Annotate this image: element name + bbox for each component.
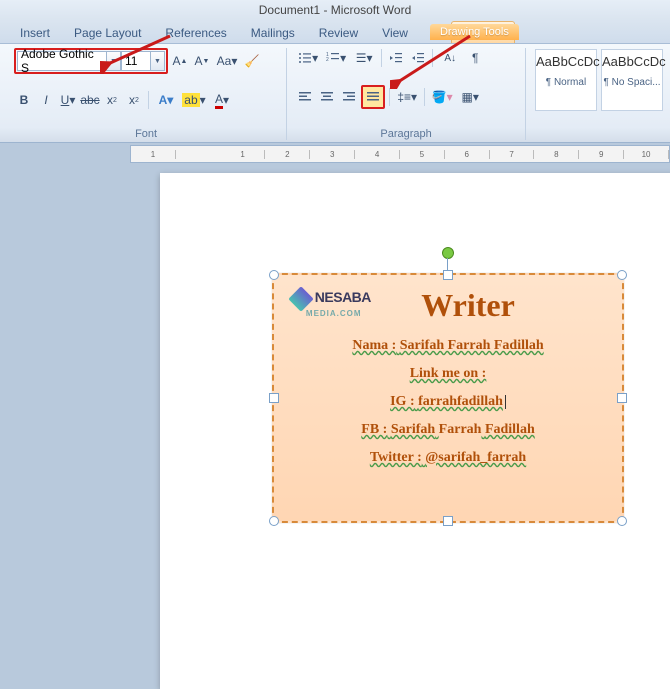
indent-icon <box>411 51 425 65</box>
align-right-button[interactable] <box>339 87 359 107</box>
align-center-button[interactable] <box>317 87 337 107</box>
subscript-button[interactable]: x2 <box>102 90 122 110</box>
highlight-button[interactable]: ab▾ <box>181 90 207 110</box>
font-size-dropdown[interactable]: ▼ <box>151 51 165 71</box>
numbering-icon: 12 <box>326 51 340 65</box>
font-name-input[interactable]: Adobe Gothic S <box>17 51 107 71</box>
tab-page-layout[interactable]: Page Layout <box>62 22 153 43</box>
card-line-twitter: Twitter : @sarifah_farrah <box>288 450 608 466</box>
resize-handle-n[interactable] <box>443 270 453 280</box>
card-line-fb: FB : Sarifah Farrah Fadillah <box>288 422 608 438</box>
sort-button[interactable]: A↓ <box>437 48 463 68</box>
shading-button[interactable]: 🪣▾ <box>429 87 455 107</box>
align-center-icon <box>320 90 334 104</box>
resize-handle-e[interactable] <box>617 393 627 403</box>
tab-insert[interactable]: Insert <box>8 22 62 43</box>
font-controls-highlight: Adobe Gothic S ▼ 11 ▼ <box>14 48 168 74</box>
increase-indent-button[interactable] <box>408 48 428 68</box>
bold-button[interactable]: B <box>14 90 34 110</box>
resize-handle-w[interactable] <box>269 393 279 403</box>
shrink-font-button[interactable]: A▼ <box>192 51 212 71</box>
grow-font-button[interactable]: A▲ <box>170 51 190 71</box>
align-left-button[interactable] <box>295 87 315 107</box>
show-marks-button[interactable]: ¶ <box>465 48 485 68</box>
ribbon-tabs: Insert Page Layout References Mailings R… <box>0 19 670 44</box>
group-paragraph: ▾ 12▾ ☰▾ A↓ ¶ <box>287 48 526 140</box>
horizontal-ruler[interactable]: 1 12 34 56 78 910 <box>130 145 670 163</box>
text-cursor <box>505 395 506 409</box>
text-box-shape[interactable]: NESABA MEDIA.COM Writer Nama : Sarifah F… <box>272 273 624 523</box>
group-font: Adobe Gothic S ▼ 11 ▼ A▲ A▼ Aa▾ 🧹 B I U▾… <box>6 48 287 140</box>
logo: NESABA MEDIA.COM <box>292 289 371 319</box>
resize-handle-sw[interactable] <box>269 516 279 526</box>
document-area: 1 12 34 56 78 910 NESABA MEDIA.COM Write… <box>0 143 670 689</box>
bullets-icon <box>298 51 312 65</box>
borders-button[interactable]: ▦▾ <box>457 87 483 107</box>
card-line-linkme: Link me on : <box>288 366 608 382</box>
svg-text:2: 2 <box>326 57 329 63</box>
rotation-handle[interactable] <box>442 247 454 259</box>
style-no-spacing[interactable]: AaBbCcDc ¶ No Spaci... <box>601 49 663 111</box>
tab-mailings[interactable]: Mailings <box>239 22 307 43</box>
font-size-input[interactable]: 11 <box>121 51 151 71</box>
justify-icon <box>366 90 380 104</box>
font-group-label: Font <box>14 126 278 140</box>
strikethrough-button[interactable]: abc <box>80 90 100 110</box>
style-normal[interactable]: AaBbCcDc ¶ Normal <box>535 49 597 111</box>
decrease-indent-button[interactable] <box>386 48 406 68</box>
superscript-button[interactable]: x2 <box>124 90 144 110</box>
align-right-icon <box>342 90 356 104</box>
tab-review[interactable]: Review <box>307 22 370 43</box>
tab-view[interactable]: View <box>370 22 420 43</box>
font-color-button[interactable]: A▾ <box>209 90 235 110</box>
logo-text-top: NESABA <box>315 289 371 305</box>
change-case-button[interactable]: Aa▾ <box>214 51 240 71</box>
paragraph-group-label: Paragraph <box>295 126 517 140</box>
resize-handle-nw[interactable] <box>269 270 279 280</box>
logo-text-sub: MEDIA.COM <box>306 309 362 318</box>
group-styles: AaBbCcDc ¶ Normal AaBbCcDc ¶ No Spaci... <box>526 48 664 140</box>
outdent-icon <box>389 51 403 65</box>
italic-button[interactable]: I <box>36 90 56 110</box>
resize-handle-ne[interactable] <box>617 270 627 280</box>
font-name-dropdown[interactable]: ▼ <box>107 51 121 71</box>
clear-formatting-button[interactable]: 🧹 <box>242 51 262 71</box>
doc-title: Document1 - Microsoft Word <box>259 3 412 17</box>
resize-handle-s[interactable] <box>443 516 453 526</box>
style-label-nospacing: ¶ No Spaci... <box>602 77 662 88</box>
style-preview: AaBbCcDc <box>602 54 662 69</box>
underline-button[interactable]: U▾ <box>58 90 78 110</box>
tab-references[interactable]: References <box>153 22 238 43</box>
card-line-nama: Nama : Sarifah Farrah Fadillah <box>288 338 608 354</box>
style-preview: AaBbCcDc <box>536 54 596 69</box>
style-label-normal: ¶ Normal <box>536 77 596 88</box>
multilevel-list-button[interactable]: ☰▾ <box>351 48 377 68</box>
title-bar: Document1 - Microsoft Word <box>0 0 670 19</box>
justify-button[interactable] <box>361 85 385 109</box>
page[interactable]: NESABA MEDIA.COM Writer Nama : Sarifah F… <box>160 173 670 689</box>
align-left-icon <box>298 90 312 104</box>
card-line-ig: IG : farrahfadillah <box>288 394 608 410</box>
numbering-button[interactable]: 12▾ <box>323 48 349 68</box>
bullets-button[interactable]: ▾ <box>295 48 321 68</box>
ribbon: Adobe Gothic S ▼ 11 ▼ A▲ A▼ Aa▾ 🧹 B I U▾… <box>0 44 670 143</box>
text-effects-button[interactable]: A▾ <box>153 90 179 110</box>
resize-handle-se[interactable] <box>617 516 627 526</box>
line-spacing-button[interactable]: ‡≡▾ <box>394 87 420 107</box>
contextual-group-label: Drawing Tools <box>430 24 519 40</box>
